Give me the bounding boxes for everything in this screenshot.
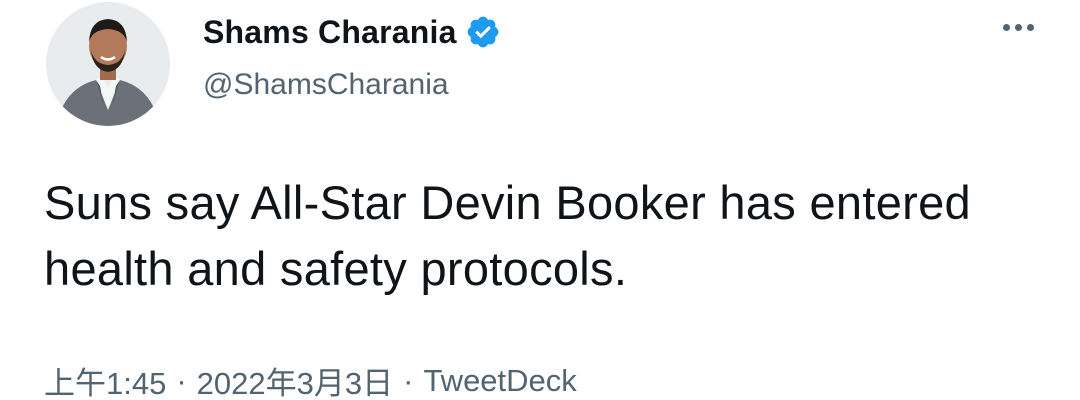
tweet-card: Shams Charania @ShamsCharania Suns say A… bbox=[0, 0, 1080, 400]
tweet-date[interactable]: 2022年3月3日 bbox=[197, 358, 393, 400]
avatar[interactable] bbox=[46, 2, 170, 126]
meta-separator: · bbox=[176, 362, 187, 398]
more-dot bbox=[1003, 24, 1010, 31]
author-handle[interactable]: @ShamsCharania bbox=[203, 68, 501, 102]
more-options-icon[interactable] bbox=[1003, 24, 1034, 31]
more-dot bbox=[1027, 24, 1034, 31]
avatar-photo bbox=[46, 2, 170, 126]
name-row: Shams Charania bbox=[203, 10, 501, 54]
more-dot bbox=[1015, 24, 1022, 31]
tweet-meta: 上午1:45 · 2022年3月3日 · TweetDeck bbox=[44, 358, 577, 400]
tweet-text: Suns say All-Star Devin Booker has enter… bbox=[44, 176, 971, 295]
tweet-header: Shams Charania @ShamsCharania bbox=[203, 10, 501, 102]
verified-badge-icon bbox=[465, 14, 501, 50]
tweet-time[interactable]: 上午1:45 bbox=[44, 358, 166, 400]
tweet-source[interactable]: TweetDeck bbox=[423, 363, 576, 399]
author-display-name[interactable]: Shams Charania bbox=[203, 14, 457, 51]
meta-separator: · bbox=[403, 362, 414, 398]
